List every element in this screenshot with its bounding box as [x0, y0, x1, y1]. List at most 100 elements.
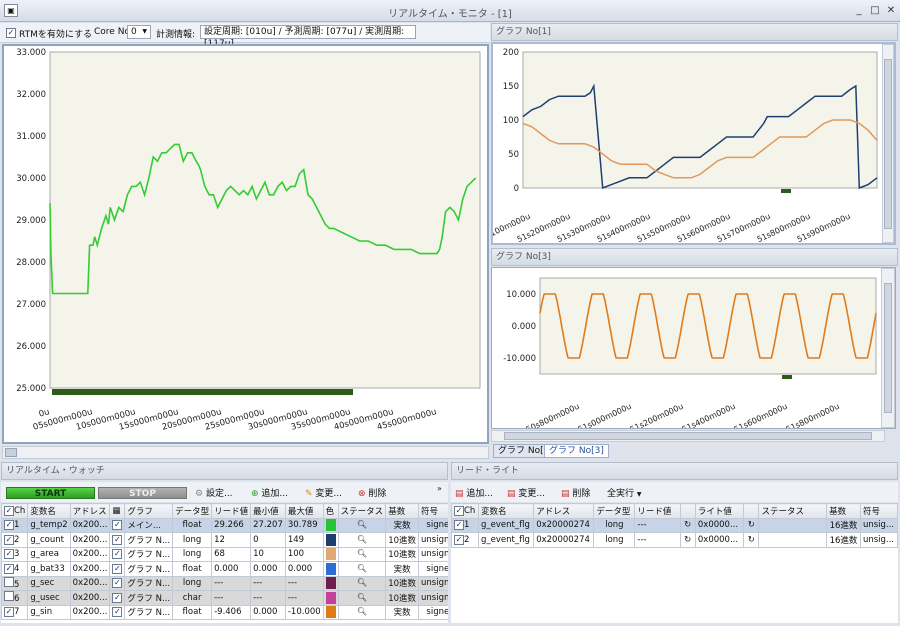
- column-header[interactable]: ✓ Ch: [451, 503, 479, 519]
- column-header[interactable]: 基数: [385, 503, 420, 519]
- watch-change-button[interactable]: ✎ 変更...: [305, 486, 342, 499]
- column-header[interactable]: [743, 503, 760, 519]
- column-header[interactable]: 最小値: [250, 503, 286, 519]
- magnifier-icon[interactable]: 🔍︎: [357, 607, 367, 616]
- column-header[interactable]: データ型: [172, 503, 213, 519]
- watch-row[interactable]: ✓ 3 g_area 0x200... ✓ グラフ N... long 68 10 100 🔍︎ 10…: [1, 546, 448, 562]
- watch-row[interactable]: ✓ 4 g_bat33 0x200... ✓ グラフ N... float 0.000 0.00…: [1, 561, 448, 577]
- status-cell[interactable]: 🔍︎: [337, 532, 387, 548]
- start-button[interactable]: START: [6, 487, 95, 499]
- column-header[interactable]: リード値: [634, 503, 681, 519]
- graph-enable-checkbox[interactable]: ✓: [112, 549, 123, 560]
- status-cell[interactable]: 🔍︎: [337, 517, 387, 533]
- graph-enable-checkbox[interactable]: ✓: [112, 520, 123, 531]
- graph-target[interactable]: グラフ N...: [124, 532, 174, 548]
- graph-enable-cell[interactable]: ✓: [109, 517, 126, 533]
- column-header[interactable]: 符号: [859, 503, 898, 519]
- graph1-vscrollbar[interactable]: [882, 44, 894, 243]
- color-cell[interactable]: [322, 590, 339, 606]
- magnifier-icon[interactable]: 🔍︎: [357, 593, 367, 602]
- settings-button[interactable]: ⚙ 設定...: [195, 486, 233, 499]
- core-no-select[interactable]: 0 ▼: [127, 25, 151, 39]
- graph-enable-cell[interactable]: ✓: [109, 532, 126, 548]
- column-header[interactable]: リード値: [211, 503, 252, 519]
- enable-cell[interactable]: ✓ 1: [451, 517, 479, 533]
- write-value[interactable]: 0x0000...: [694, 517, 745, 533]
- row-enable-checkbox[interactable]: ✓: [4, 534, 14, 545]
- color-cell[interactable]: [322, 561, 339, 577]
- column-header[interactable]: データ型: [593, 503, 636, 519]
- column-header[interactable]: 色: [322, 503, 339, 519]
- watch-row[interactable]: ✓ 2 g_count 0x200... ✓ グラフ N... long 12 0 149 🔍︎ 10…: [1, 532, 448, 548]
- enable-cell[interactable]: ✓ 7: [1, 604, 29, 620]
- color-cell[interactable]: [322, 532, 339, 548]
- magnifier-icon[interactable]: 🔍︎: [357, 535, 367, 544]
- column-header[interactable]: ライト値: [694, 503, 745, 519]
- magnifier-icon[interactable]: 🔍︎: [357, 549, 367, 558]
- enable-cell[interactable]: ✓ 4: [1, 561, 29, 577]
- color-cell[interactable]: [322, 517, 339, 533]
- status-cell[interactable]: 🔍︎: [337, 575, 387, 591]
- rw-change-button[interactable]: ▤ 変更...: [507, 486, 545, 499]
- graph-enable-cell[interactable]: ✓: [109, 546, 126, 562]
- graph-enable-cell[interactable]: ✓: [109, 590, 126, 606]
- watch-add-button[interactable]: ⊕ 追加...: [251, 486, 288, 499]
- write-execute-icon[interactable]: ↻: [743, 517, 760, 533]
- column-header[interactable]: ステータス: [758, 503, 828, 519]
- tab-graph3[interactable]: グラフ No[3]: [544, 444, 609, 458]
- close-button[interactable]: ✕: [884, 4, 898, 17]
- select-all-checkbox[interactable]: ✓: [454, 505, 464, 516]
- run-all-button[interactable]: 全実行 ▼: [607, 486, 642, 499]
- watch-delete-button[interactable]: ⊗ 削除: [358, 486, 386, 499]
- row-enable-checkbox[interactable]: [4, 576, 14, 587]
- enable-cell[interactable]: ✓ 3: [1, 546, 29, 562]
- enable-cell[interactable]: ✓ 1: [1, 517, 29, 533]
- enable-cell[interactable]: ✓ 2: [1, 532, 29, 548]
- watch-row[interactable]: 6 g_usec 0x200... ✓ グラフ N... char --- --- --- 🔍︎ 1…: [1, 590, 448, 606]
- magnifier-icon[interactable]: 🔍︎: [357, 564, 367, 573]
- rw-row[interactable]: ✓ 2 g_event_flg 0x20000274 long --- ↻ 0x0000...…: [451, 532, 898, 548]
- graph3-vscrollbar[interactable]: [881, 268, 895, 428]
- rw-delete-button[interactable]: ▤ 削除: [561, 486, 590, 499]
- graph-enable-checkbox[interactable]: ✓: [112, 534, 123, 545]
- read-refresh-icon[interactable]: ↻: [679, 532, 696, 548]
- graph-target[interactable]: グラフ N...: [124, 590, 174, 606]
- magnifier-icon[interactable]: 🔍︎: [357, 520, 367, 529]
- graph-target[interactable]: グラフ N...: [124, 575, 174, 591]
- row-enable-checkbox[interactable]: ✓: [454, 534, 464, 545]
- row-enable-checkbox[interactable]: [4, 591, 14, 602]
- column-header[interactable]: ▦: [109, 503, 126, 519]
- write-value[interactable]: 0x0000...: [694, 532, 745, 548]
- graph-enable-cell[interactable]: ✓: [109, 604, 126, 620]
- main-chart-hscrollbar[interactable]: [2, 446, 489, 459]
- enable-cell[interactable]: 6: [1, 590, 29, 606]
- minimize-button[interactable]: _: [852, 4, 866, 17]
- graph-enable-checkbox[interactable]: ✓: [112, 578, 123, 589]
- row-enable-checkbox[interactable]: ✓: [4, 563, 14, 574]
- column-header[interactable]: 符号: [418, 503, 448, 519]
- watch-row[interactable]: 5 g_sec 0x200... ✓ グラフ N... long --- --- --- 🔍︎ 10…: [1, 575, 448, 591]
- magnifier-icon[interactable]: 🔍︎: [357, 578, 367, 587]
- read-refresh-icon[interactable]: ↻: [679, 517, 696, 533]
- graph-area-hscrollbar[interactable]: [491, 430, 885, 442]
- overflow-chevron-icon[interactable]: »: [437, 484, 442, 493]
- status-cell[interactable]: 🔍︎: [337, 604, 387, 620]
- watch-row[interactable]: ✓ 7 g_sin 0x200... ✓ グラフ N... float -9.406 0.000…: [1, 604, 448, 620]
- graph-enable-cell[interactable]: ✓: [109, 561, 126, 577]
- graph-enable-cell[interactable]: ✓: [109, 575, 126, 591]
- column-header[interactable]: [679, 503, 696, 519]
- row-enable-checkbox[interactable]: ✓: [454, 520, 464, 531]
- rw-row[interactable]: ✓ 1 g_event_flg 0x20000274 long --- ↻ 0x0000...…: [451, 517, 898, 533]
- row-enable-checkbox[interactable]: ✓: [4, 549, 14, 560]
- rw-add-button[interactable]: ▤ 追加...: [455, 486, 493, 499]
- column-header[interactable]: 変数名: [27, 503, 71, 519]
- status-cell[interactable]: 🔍︎: [337, 561, 387, 577]
- graph-enable-checkbox[interactable]: ✓: [112, 592, 123, 603]
- color-cell[interactable]: [322, 575, 339, 591]
- column-header[interactable]: ステータス: [337, 503, 387, 519]
- scroll-left-icon[interactable]: [5, 448, 17, 457]
- select-all-checkbox[interactable]: ✓: [4, 505, 14, 516]
- column-header[interactable]: 変数名: [477, 503, 535, 519]
- rtm-enable-checkbox[interactable]: ✓: [6, 28, 16, 38]
- write-execute-icon[interactable]: ↻: [743, 532, 760, 548]
